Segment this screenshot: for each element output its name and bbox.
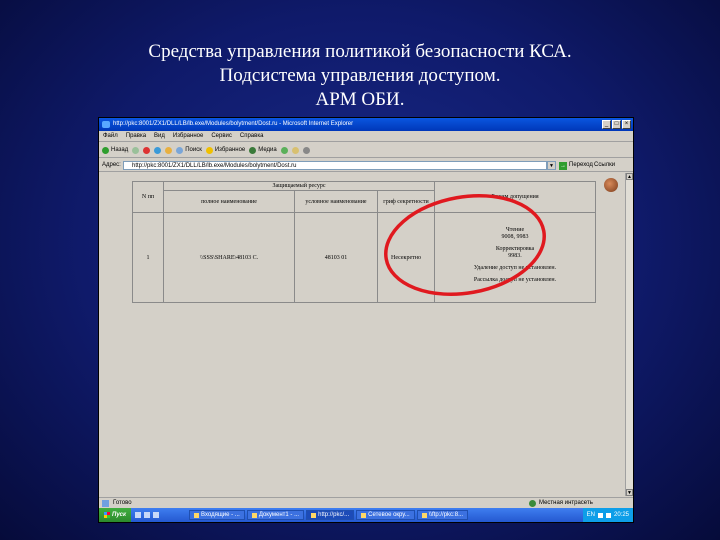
task-inbox[interactable]: Входящие - ... bbox=[189, 510, 245, 520]
tray-icon[interactable] bbox=[597, 512, 603, 518]
header-num: N пп bbox=[132, 181, 164, 213]
menu-bar: Файл Правка Вид Избранное Сервис Справка bbox=[99, 131, 633, 142]
refresh-button[interactable] bbox=[154, 146, 162, 154]
language-indicator[interactable]: EN bbox=[587, 512, 595, 518]
ie-icon bbox=[102, 121, 110, 128]
task-icon bbox=[311, 512, 317, 518]
maximize-button[interactable]: □ bbox=[612, 120, 621, 129]
go-arrow-icon: → bbox=[559, 161, 567, 170]
header-full-name: полное наименование bbox=[163, 190, 295, 213]
print-button[interactable] bbox=[302, 146, 310, 154]
slide-title-line-1: Средства управления политикой безопаснос… bbox=[148, 41, 572, 62]
back-icon bbox=[102, 146, 109, 154]
address-input[interactable]: http://pkc:8001/ZX1/DLL/LB/lb.exe/Module… bbox=[123, 161, 547, 170]
home-button[interactable] bbox=[165, 146, 173, 154]
menu-view[interactable]: Вид bbox=[154, 131, 165, 141]
task-document[interactable]: Документ1 - ... bbox=[246, 510, 305, 520]
window-title: http://pkc:8001/ZX1/DLL/LB/lb.exe/Module… bbox=[113, 121, 354, 127]
media-icon bbox=[249, 146, 257, 154]
search-icon bbox=[176, 146, 184, 154]
avatar bbox=[604, 178, 618, 192]
task-ftp[interactable]: \\ftp://pkc:8... bbox=[416, 510, 469, 520]
minimize-button[interactable]: _ bbox=[602, 120, 611, 129]
windows-flag-icon bbox=[104, 512, 110, 518]
window-titlebar[interactable]: http://pkc:8001/ZX1/DLL/LB/lb.exe/Module… bbox=[99, 118, 633, 131]
vertical-scrollbar[interactable]: ▲ ▼ bbox=[625, 173, 633, 496]
slide-title: Средства управления политикой безопаснос… bbox=[0, 40, 720, 112]
home-icon bbox=[165, 146, 173, 154]
favorites-button[interactable]: Избранное bbox=[205, 143, 245, 158]
search-button[interactable]: Поиск bbox=[176, 143, 202, 158]
print-icon bbox=[302, 146, 310, 154]
mail-button[interactable] bbox=[291, 146, 299, 154]
history-button[interactable] bbox=[280, 146, 288, 154]
history-icon bbox=[280, 146, 288, 154]
toolbar: Назад Поиск Избранное Медиа bbox=[99, 143, 633, 158]
scroll-down-icon[interactable]: ▼ bbox=[626, 489, 633, 496]
address-dropdown[interactable]: ▼ bbox=[547, 161, 556, 170]
forward-icon bbox=[132, 146, 140, 154]
cell-cond-name: 48103 01 bbox=[294, 212, 378, 303]
cell-num: 1 bbox=[132, 212, 164, 303]
task-icon bbox=[251, 512, 257, 518]
header-cond-name: условное наименование bbox=[294, 190, 378, 213]
menu-tools[interactable]: Сервис bbox=[211, 131, 232, 141]
stop-icon bbox=[143, 146, 151, 154]
task-icon bbox=[421, 512, 427, 518]
start-button[interactable]: Пуск bbox=[99, 508, 132, 522]
menu-file[interactable]: Файл bbox=[103, 131, 118, 141]
annotation-circle bbox=[384, 193, 546, 297]
go-button[interactable]: → Переход bbox=[559, 159, 593, 172]
address-label: Адрес: bbox=[102, 162, 121, 168]
status-text: Готово bbox=[113, 500, 132, 506]
forward-button[interactable] bbox=[132, 146, 140, 154]
window-buttons: _ □ × bbox=[602, 120, 631, 129]
task-browser[interactable]: http://pkc/... bbox=[306, 510, 355, 520]
annotation-ellipse bbox=[384, 193, 546, 297]
scroll-up-icon[interactable]: ▲ bbox=[626, 173, 633, 180]
slide-title-line-3: АРМ ОБИ. bbox=[315, 89, 405, 110]
back-button[interactable]: Назад bbox=[102, 143, 128, 158]
browser-window: http://pkc:8001/ZX1/DLL/LB/lb.exe/Module… bbox=[98, 117, 634, 523]
menu-edit[interactable]: Правка bbox=[126, 131, 146, 141]
menu-favorites[interactable]: Избранное bbox=[173, 131, 203, 141]
slide-title-line-2: Подсистема управления доступом. bbox=[219, 65, 501, 86]
links-button[interactable]: Ссылки bbox=[594, 159, 615, 172]
menu-help[interactable]: Справка bbox=[240, 131, 264, 141]
media-button[interactable]: Медиа bbox=[249, 143, 277, 158]
quicklaunch-mail-icon[interactable] bbox=[153, 512, 160, 518]
close-button[interactable]: × bbox=[622, 120, 631, 129]
quicklaunch-ie-icon[interactable] bbox=[135, 512, 142, 518]
star-icon bbox=[205, 146, 213, 154]
task-network[interactable]: Сетевое окру... bbox=[356, 510, 415, 520]
stop-button[interactable] bbox=[143, 146, 151, 154]
task-icon bbox=[194, 512, 200, 518]
clock: 20:25 bbox=[613, 512, 629, 518]
tray-icon[interactable] bbox=[605, 512, 611, 518]
quick-launch bbox=[131, 512, 189, 518]
status-bar: Готово Местная интрасеть bbox=[99, 497, 633, 508]
document-icon bbox=[102, 500, 109, 507]
taskbar: Пуск Входящие - ... Документ1 - ... http… bbox=[99, 508, 633, 522]
mail-icon bbox=[291, 146, 299, 154]
task-icon bbox=[361, 512, 367, 518]
address-bar: Адрес: http://pkc:8001/ZX1/DLL/LB/lb.exe… bbox=[99, 159, 633, 172]
quicklaunch-desktop-icon[interactable] bbox=[144, 512, 151, 518]
cell-full-name: \\SSS\SHARE\48103 С. bbox=[163, 212, 295, 303]
globe-icon bbox=[529, 500, 536, 507]
refresh-icon bbox=[154, 146, 162, 154]
system-tray: EN 20:25 bbox=[582, 508, 633, 522]
